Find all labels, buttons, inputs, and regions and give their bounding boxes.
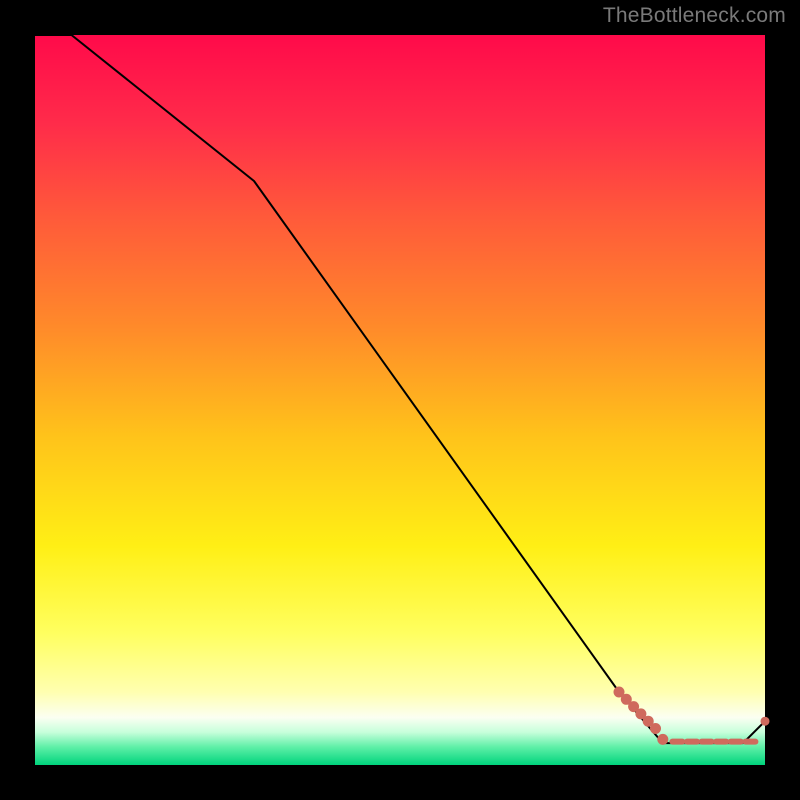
chart-svg [0,0,800,800]
plot-area [35,35,765,765]
watermark-text: TheBottleneck.com [603,4,786,28]
marker-dot [657,734,668,745]
chart-stage: { "watermark": "TheBottleneck.com", "fra… [0,0,800,800]
marker-dot [650,723,661,734]
marker-dot [761,717,770,726]
